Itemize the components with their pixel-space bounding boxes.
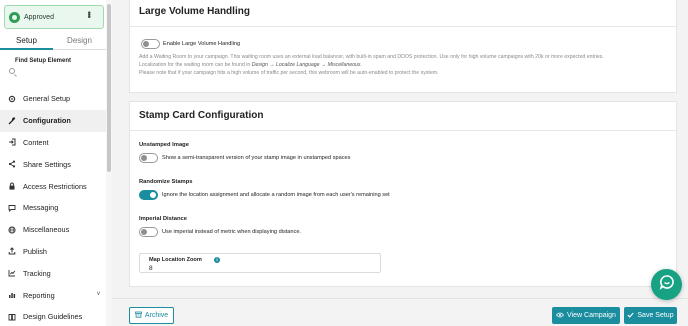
status-icon bbox=[9, 11, 20, 23]
login-icon bbox=[8, 138, 16, 146]
sidebar-item-design-guidelines[interactable]: Design Guidelines bbox=[0, 306, 106, 326]
imperial-toggle[interactable] bbox=[139, 227, 158, 237]
sidebar-item-miscellaneous[interactable]: Miscellaneous bbox=[0, 219, 106, 241]
sidebar-item-label: Content bbox=[23, 137, 49, 147]
map-zoom-label: Map Location Zoom bbox=[149, 257, 202, 263]
large-volume-card: Large Volume Handling Enable Large Volum… bbox=[129, 0, 677, 93]
description-line-2-prefix: Localization for the waiting room can be… bbox=[139, 62, 252, 69]
large-volume-toggle-label: Enable Large Volume Handling bbox=[163, 41, 241, 47]
globe-icon bbox=[8, 226, 16, 234]
sidebar-item-messaging[interactable]: Messaging bbox=[0, 197, 106, 219]
gear-icon bbox=[8, 95, 16, 103]
tabs: Setup Design bbox=[0, 32, 106, 50]
sidebar-item-publish[interactable]: Publish bbox=[0, 241, 106, 263]
tracking-icon bbox=[8, 269, 16, 277]
large-volume-title: Large Volume Handling bbox=[139, 6, 250, 17]
sidebar-item-content[interactable]: Content bbox=[0, 132, 106, 154]
chat-bubble-icon bbox=[659, 274, 675, 295]
eye-icon bbox=[556, 312, 565, 320]
sidebar-item-label: General Setup bbox=[23, 94, 71, 104]
info-icon[interactable]: i bbox=[214, 257, 220, 263]
search-icon bbox=[9, 68, 15, 74]
sidebar-item-label: Share Settings bbox=[23, 159, 71, 169]
archive-icon bbox=[135, 311, 142, 320]
randomize-label: Ignore the location assignment and alloc… bbox=[162, 192, 390, 198]
tab-design[interactable]: Design bbox=[53, 32, 106, 50]
wrench-icon bbox=[8, 117, 16, 125]
sidebar-nav: General Setup Configuration Content Shar… bbox=[0, 88, 106, 326]
randomize-heading: Randomize Stamps bbox=[139, 179, 193, 185]
sidebar-item-label: Access Restrictions bbox=[23, 181, 87, 191]
map-zoom-value[interactable]: 8 bbox=[149, 265, 153, 272]
view-campaign-label: View Campaign bbox=[567, 312, 616, 319]
divider bbox=[130, 130, 676, 131]
sidebar-item-share-settings[interactable]: Share Settings bbox=[0, 153, 106, 175]
find-setup-input[interactable] bbox=[8, 64, 104, 78]
sidebar-item-label: Miscellaneous bbox=[23, 225, 70, 235]
sidebar-item-label: Design Guidelines bbox=[23, 312, 83, 322]
sidebar-item-label: Reporting bbox=[23, 290, 55, 300]
imperial-label: Use imperial instead of metric when disp… bbox=[162, 229, 301, 235]
unstamped-toggle[interactable] bbox=[139, 153, 158, 163]
archive-label: Archive bbox=[144, 312, 169, 319]
sidebar-item-label: Configuration bbox=[23, 116, 71, 126]
stamp-card-title: Stamp Card Configuration bbox=[139, 110, 264, 121]
footer-bar: Archive View Campaign Save Setup bbox=[112, 298, 688, 326]
sidebar-item-reporting[interactable]: Reporting v bbox=[0, 284, 106, 306]
description-line-3: Please note that if your campaign hits a… bbox=[139, 70, 439, 77]
archive-button[interactable]: Archive bbox=[129, 307, 174, 324]
sidebar-item-tracking[interactable]: Tracking bbox=[0, 262, 106, 284]
imperial-heading: Imperial Distance bbox=[139, 216, 188, 222]
sidebar-item-access-restrictions[interactable]: Access Restrictions bbox=[0, 175, 106, 197]
chat-button[interactable] bbox=[651, 269, 682, 300]
save-setup-button[interactable]: Save Setup bbox=[624, 307, 677, 324]
sidebar-scrollbar-thumb[interactable] bbox=[107, 4, 111, 172]
lock-icon bbox=[8, 182, 16, 190]
map-zoom-field[interactable]: Map Location Zoom i 8 bbox=[139, 253, 381, 273]
sidebar-item-configuration[interactable]: Configuration bbox=[0, 109, 106, 132]
sidebar-item-label: Tracking bbox=[23, 268, 51, 278]
sidebar-item-general-setup[interactable]: General Setup bbox=[0, 88, 106, 110]
description-line-2: Localization for the waiting room can be… bbox=[139, 61, 674, 69]
randomize-toggle[interactable] bbox=[139, 190, 158, 200]
chat-icon bbox=[8, 204, 16, 212]
share-icon bbox=[8, 160, 16, 168]
description-line-1: Add a Waiting Room to your campaign. Thi… bbox=[139, 54, 604, 60]
upload-icon bbox=[8, 247, 16, 255]
divider bbox=[130, 26, 676, 27]
chart-icon bbox=[8, 291, 16, 299]
unstamped-heading: Unstamped Image bbox=[139, 142, 189, 148]
sidebar-item-label: Messaging bbox=[23, 203, 59, 213]
book-icon bbox=[8, 313, 16, 321]
check-icon bbox=[627, 312, 634, 320]
status-label: Approved bbox=[24, 13, 54, 21]
large-volume-toggle[interactable] bbox=[141, 39, 160, 49]
view-campaign-button[interactable]: View Campaign bbox=[552, 307, 620, 324]
save-setup-label: Save Setup bbox=[637, 312, 674, 319]
chevron-down-icon[interactable]: v bbox=[97, 291, 100, 297]
unstamped-label: Show a semi-transparent version of your … bbox=[162, 155, 351, 161]
sidebar: Approved ••• Setup Design Find Setup Ele… bbox=[0, 0, 112, 326]
localization-path: Design → Localize Language → Miscellaneo… bbox=[251, 62, 361, 69]
more-icon[interactable]: ••• bbox=[83, 11, 95, 17]
description-line-2-suffix: . bbox=[360, 62, 362, 69]
status-badge[interactable]: Approved ••• bbox=[4, 5, 104, 29]
sidebar-item-label: Publish bbox=[23, 246, 47, 256]
large-volume-description: Add a Waiting Room to your campaign. Thi… bbox=[139, 53, 674, 78]
tab-setup[interactable]: Setup bbox=[0, 32, 53, 50]
